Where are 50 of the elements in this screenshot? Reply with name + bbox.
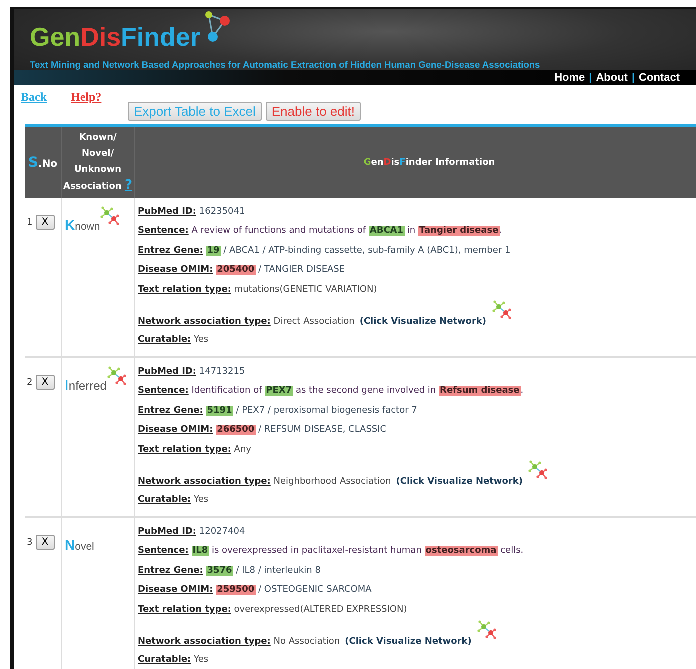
nav-separator: |: [632, 72, 636, 84]
site-logo[interactable]: GenDisFinder: [30, 22, 200, 53]
network-type-field: Network association type: Direct Association: [138, 316, 355, 326]
curatable-field: Curatable: Yes: [138, 335, 209, 346]
network-icon[interactable]: [476, 620, 497, 640]
relation-type-field: Text relation type: overexpressed(ALTERED EXPRESSION): [138, 604, 408, 615]
row-number: 3: [27, 538, 33, 548]
pubmed-field: PubMed ID: 12027404: [138, 526, 246, 537]
network-icon[interactable]: [106, 366, 127, 386]
sentence-text: Sentence: Identification of PEX7 as the second gene involved in Refsum disease.: [138, 386, 524, 396]
column-header: Known/ Novel/ Unknown Association: [63, 133, 122, 192]
disease-omim-field: Disease OMIM: 266500 / REFSUM DISEASE, CLASSIC: [138, 425, 387, 436]
disease-omim-field: Disease OMIM: 259500 / OSTEOGENIC SARCOMA: [138, 585, 372, 596]
disease-omim-field: Disease OMIM: 205400 / TANGIER DISEASE: [138, 265, 346, 276]
relation-type-field: Text relation type: Any: [138, 444, 252, 455]
column-header: S.No: [25, 126, 62, 198]
visualize-network-link[interactable]: (Click Visualize Network): [360, 316, 487, 326]
site-tagline: Text Mining and Network Based Approaches for Automatic Extraction of Hidden Human Gene-Disease Associations: [30, 60, 542, 70]
delete-button[interactable]: X: [36, 375, 55, 390]
molecule-icon: [202, 11, 232, 45]
pubmed-field: PubMed ID: 14713215: [138, 366, 246, 377]
column-header: GenDisFinder Information: [134, 126, 696, 198]
nav-link[interactable]: Home: [554, 72, 586, 84]
delete-button[interactable]: X: [36, 535, 55, 550]
help-link[interactable]: Help?: [71, 90, 102, 104]
network-icon[interactable]: [492, 300, 512, 320]
network-type-field: Network association type: No Association: [138, 636, 340, 646]
row-number: 1: [27, 218, 33, 228]
association-label: Known: [65, 217, 100, 233]
curatable-field: Curatable: Yes: [138, 655, 209, 666]
entrez-gene-field: Entrez Gene: 19 / ABCA1 / ATP-binding cassette, sub-family A (ABC1), member 1: [138, 246, 511, 256]
nav-link[interactable]: Contact: [639, 72, 680, 84]
pubmed-field: PubMed ID: 16235041: [138, 206, 246, 217]
delete-button[interactable]: X: [36, 215, 55, 230]
visualize-network-link[interactable]: (Click Visualize Network): [396, 476, 523, 486]
association-label: Novel: [65, 537, 94, 553]
visualize-network-link[interactable]: (Click Visualize Network): [345, 636, 472, 646]
network-icon[interactable]: [100, 206, 120, 226]
nav-separator: |: [589, 72, 592, 84]
network-icon[interactable]: [528, 460, 548, 480]
curatable-field: Curatable: Yes: [138, 495, 209, 506]
sentence-text: Sentence: IL8 is overexpressed in paclitaxel-resistant human osteosarcoma cells.: [138, 546, 524, 556]
nav-link[interactable]: About: [596, 72, 628, 84]
entrez-gene-field: Entrez Gene: 3576 / IL8 / interleukin 8: [138, 566, 321, 576]
sentence-text: Sentence: A review of functions and mutations of ABCA1 in Tangier disease.: [138, 226, 503, 236]
relation-type-field: Text relation type: mutations(GENETIC VARIATION): [138, 284, 378, 295]
row-number: 2: [27, 378, 33, 388]
entrez-gene-field: Entrez Gene: 5191 / PEX7 / peroxisomal biogenesis factor 7: [138, 406, 418, 416]
association-label: Inferred: [65, 377, 107, 393]
network-type-field: Network association type: Neighborhood Association: [138, 476, 392, 486]
